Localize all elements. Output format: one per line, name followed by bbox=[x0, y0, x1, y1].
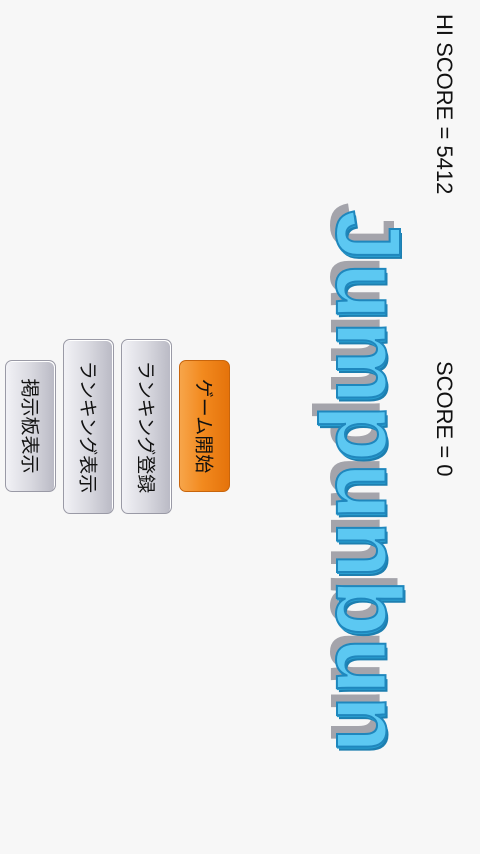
start-game-label: ゲーム開始 bbox=[192, 378, 214, 474]
ranking-register-label: ランキング登録 bbox=[134, 360, 156, 493]
start-game-button[interactable]: ゲーム開始 bbox=[179, 360, 230, 492]
game-logo: Jumpunbun bbox=[316, 209, 420, 755]
ranking-register-button[interactable]: ランキング登録 bbox=[121, 339, 172, 514]
hi-score-label: HI SCORE = 5412 bbox=[432, 14, 457, 195]
ranking-view-label: ランキング表示 bbox=[76, 360, 98, 493]
bulletin-board-label: 掲示板表示 bbox=[18, 378, 40, 474]
score-label: SCORE = 0 bbox=[432, 361, 457, 477]
ranking-view-button[interactable]: ランキング表示 bbox=[63, 339, 114, 514]
bulletin-board-button[interactable]: 掲示板表示 bbox=[5, 360, 56, 492]
